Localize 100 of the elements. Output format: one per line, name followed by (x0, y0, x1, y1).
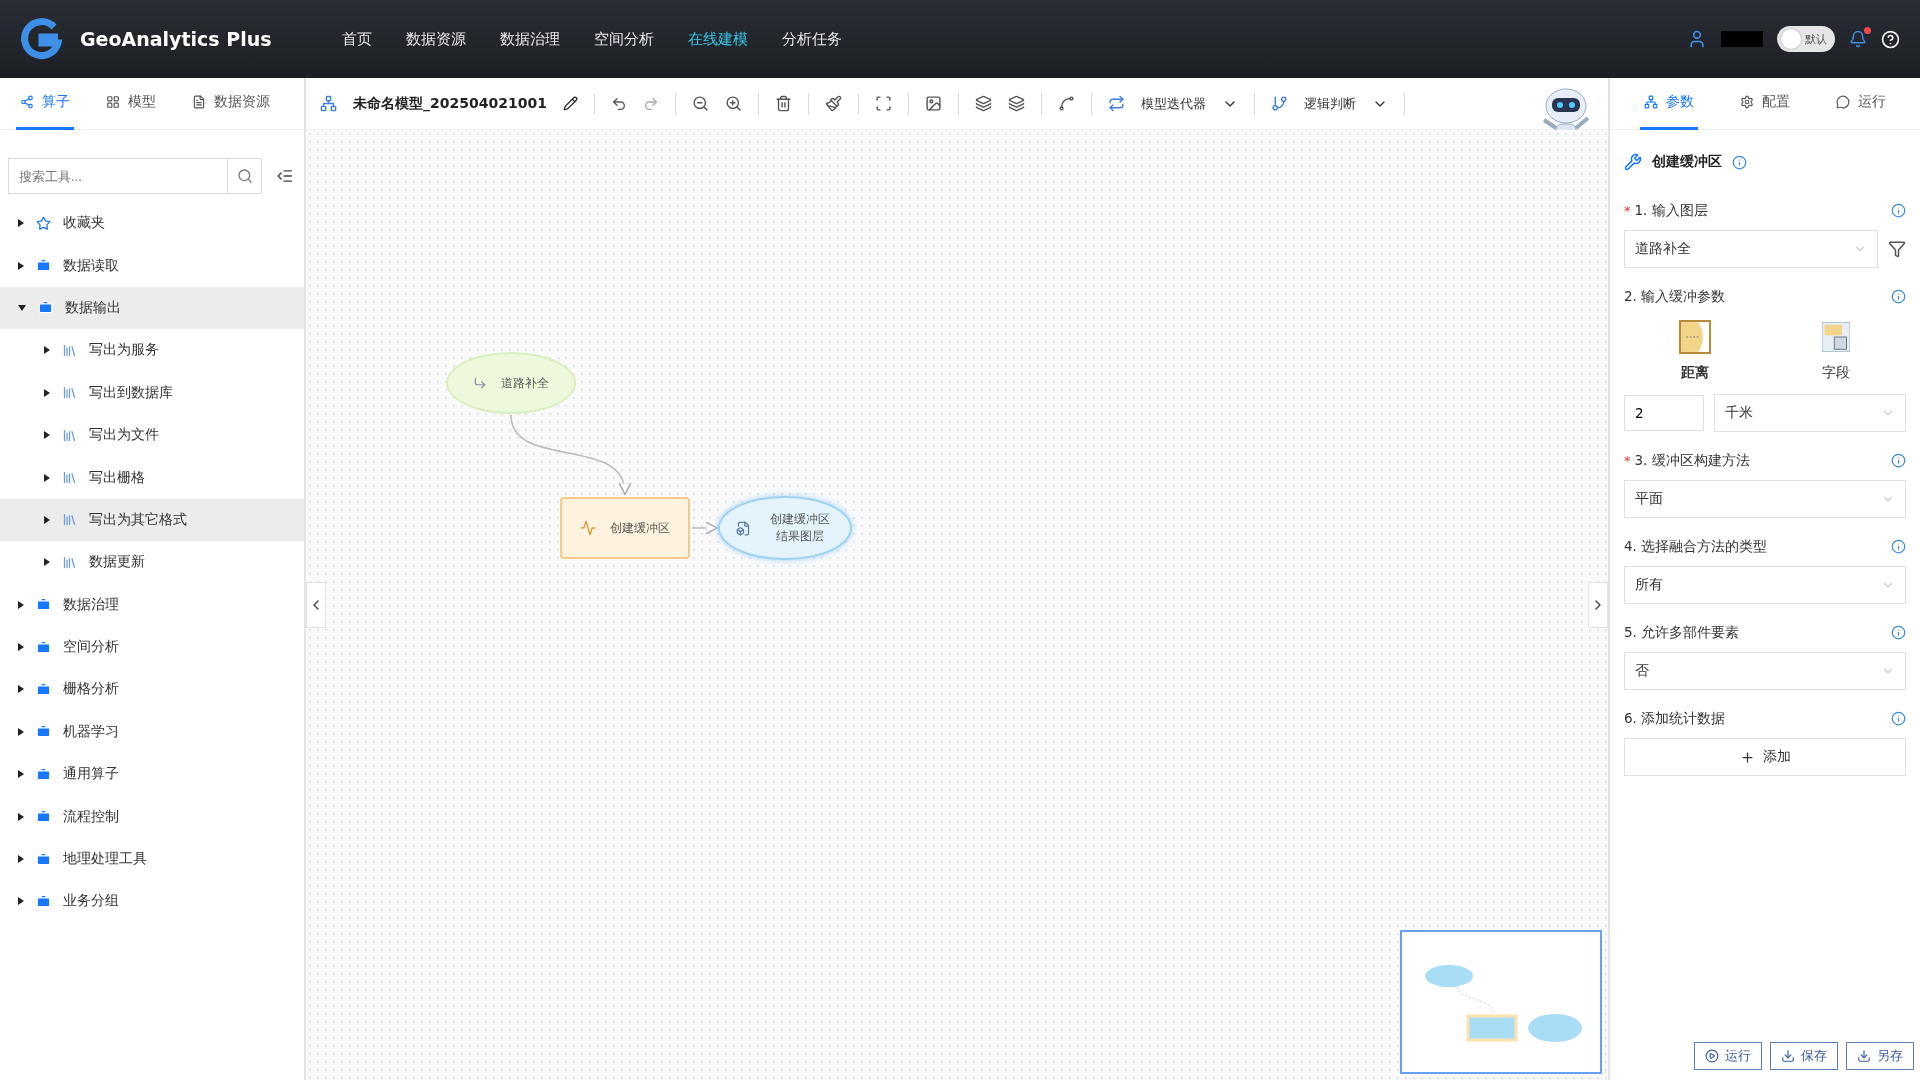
panel-tab[interactable]: 参数 (1640, 77, 1698, 130)
fit-view-icon[interactable] (874, 95, 892, 112)
branch-icon[interactable] (1270, 95, 1288, 112)
nav-item[interactable]: 数据资源 (405, 29, 466, 49)
nav-item[interactable]: 数据治理 (499, 29, 560, 49)
tool-icon (62, 512, 77, 528)
tree-item[interactable]: 写出栅格 (0, 456, 304, 499)
info-icon[interactable] (1891, 288, 1906, 304)
select-field[interactable]: 道路补全 (1624, 230, 1878, 268)
select-field[interactable]: 否 (1624, 652, 1906, 690)
expand-caret-icon[interactable] (18, 685, 24, 694)
panel-tab[interactable]: 运行 (1832, 77, 1890, 130)
footer-button[interactable]: 保存 (1770, 1042, 1838, 1070)
edit-icon[interactable] (562, 96, 578, 111)
zoom-out-icon[interactable] (691, 95, 709, 112)
tree-item[interactable]: 地理处理工具 (0, 837, 304, 881)
tree-item[interactable]: 数据更新 (0, 541, 304, 584)
expand-caret-icon[interactable] (18, 219, 24, 228)
hierarchy-icon (1644, 95, 1658, 109)
search-icon[interactable] (236, 168, 253, 184)
expand-caret-icon[interactable] (18, 600, 24, 609)
sidebar-tab[interactable]: 算子 (16, 77, 74, 130)
param-label: 3. 缓冲区构建方法 (1634, 452, 1750, 468)
nav-item[interactable]: 首页 (341, 29, 372, 49)
expand-caret-icon[interactable] (18, 727, 24, 736)
file-icon (735, 520, 751, 536)
share-nodes-icon (20, 95, 34, 109)
info-icon[interactable] (1732, 154, 1747, 170)
info-icon[interactable] (1891, 452, 1906, 468)
iterator-icon[interactable] (1107, 95, 1125, 112)
tree-item[interactable]: 空间分析 (0, 625, 304, 669)
expand-caret-icon[interactable] (18, 304, 26, 311)
distance-input[interactable]: 2 (1624, 395, 1704, 431)
nav-item[interactable]: 空间分析 (593, 29, 654, 49)
tree-item[interactable]: 栅格分析 (0, 668, 304, 711)
tree-item[interactable]: 数据输出 (0, 286, 304, 330)
tree-item[interactable]: 业务分组 (0, 880, 304, 923)
expand-caret-icon[interactable] (18, 812, 24, 821)
expand-caret-icon[interactable] (44, 558, 50, 567)
tree-item[interactable]: 通用算子 (0, 753, 304, 796)
help-icon[interactable] (1881, 29, 1900, 49)
info-icon[interactable] (1891, 202, 1906, 218)
info-icon[interactable] (1891, 538, 1906, 554)
tree-item[interactable]: 数据读取 (0, 244, 304, 287)
logic-menu[interactable]: 逻辑判断 (1303, 94, 1356, 113)
tree-item[interactable]: 写出为其它格式 (0, 498, 304, 542)
buffer-option[interactable]: 字段 (1819, 320, 1852, 382)
layers-icon[interactable] (1007, 95, 1025, 112)
tree-item[interactable]: 数据治理 (0, 583, 304, 626)
param-label: 1. 输入图层 (1634, 202, 1708, 218)
panel-title: 创建缓冲区 (1652, 153, 1722, 171)
star-icon (36, 215, 51, 231)
unit-select[interactable]: 千米 (1714, 394, 1906, 432)
toolbox-icon (36, 809, 51, 825)
expand-caret-icon[interactable] (18, 643, 24, 652)
add-button[interactable]: 添加 (1624, 738, 1906, 776)
expand-caret-icon[interactable] (18, 261, 24, 270)
toolbox-icon (36, 893, 51, 909)
expand-caret-icon[interactable] (44, 431, 50, 440)
model-node[interactable]: 道路补全 (446, 352, 576, 414)
zoom-in-icon[interactable] (724, 95, 742, 112)
sidebar-tab[interactable]: 模型 (102, 77, 160, 130)
iterator-menu[interactable]: 模型迭代器 (1140, 94, 1206, 113)
sidebar-tab[interactable]: 数据资源 (188, 77, 274, 130)
brush-icon[interactable] (824, 95, 842, 112)
tree-item[interactable]: 写出为服务 (0, 329, 304, 372)
model-node[interactable]: 创建缓冲区 (560, 497, 690, 559)
info-icon[interactable] (1891, 624, 1906, 640)
footer-button[interactable]: 运行 (1694, 1042, 1762, 1070)
panel-tab[interactable]: 配置 (1736, 77, 1794, 130)
tree-item[interactable]: 收藏夹 (0, 202, 304, 245)
user-icon[interactable] (1687, 29, 1707, 49)
line-icon[interactable] (1057, 95, 1075, 112)
theme-toggle[interactable]: 默认 (1777, 26, 1835, 52)
select-field[interactable]: 所有 (1624, 566, 1906, 604)
info-icon[interactable] (1891, 710, 1906, 726)
footer-button[interactable]: 另存 (1846, 1042, 1914, 1070)
expand-caret-icon[interactable] (18, 897, 24, 906)
select-field[interactable]: 平面 (1624, 480, 1906, 518)
nav-item[interactable]: 分析任务 (781, 29, 842, 49)
model-node[interactable]: 创建缓冲区结果图层 (718, 496, 852, 560)
filter-icon[interactable] (1888, 240, 1906, 258)
expand-caret-icon[interactable] (44, 473, 50, 482)
undo-icon[interactable] (610, 95, 627, 112)
expand-caret-icon[interactable] (18, 855, 24, 864)
expand-caret-icon[interactable] (44, 515, 50, 524)
delete-icon[interactable] (774, 95, 792, 112)
tree-item[interactable]: 写出为文件 (0, 413, 304, 457)
tree-item[interactable]: 机器学习 (0, 710, 304, 754)
nav-item[interactable]: 在线建模 (687, 29, 748, 49)
search-field[interactable]: 搜索工具... (8, 158, 263, 194)
chat-icon (1836, 95, 1850, 109)
layers-icon[interactable] (974, 95, 992, 112)
expand-caret-icon[interactable] (44, 346, 50, 355)
tree-item[interactable]: 流程控制 (0, 795, 304, 838)
collapse-list-icon[interactable] (276, 167, 294, 185)
image-icon[interactable] (924, 95, 942, 112)
expand-caret-icon[interactable] (44, 388, 50, 397)
expand-caret-icon[interactable] (18, 770, 24, 779)
tree-item[interactable]: 写出到数据库 (0, 371, 304, 414)
